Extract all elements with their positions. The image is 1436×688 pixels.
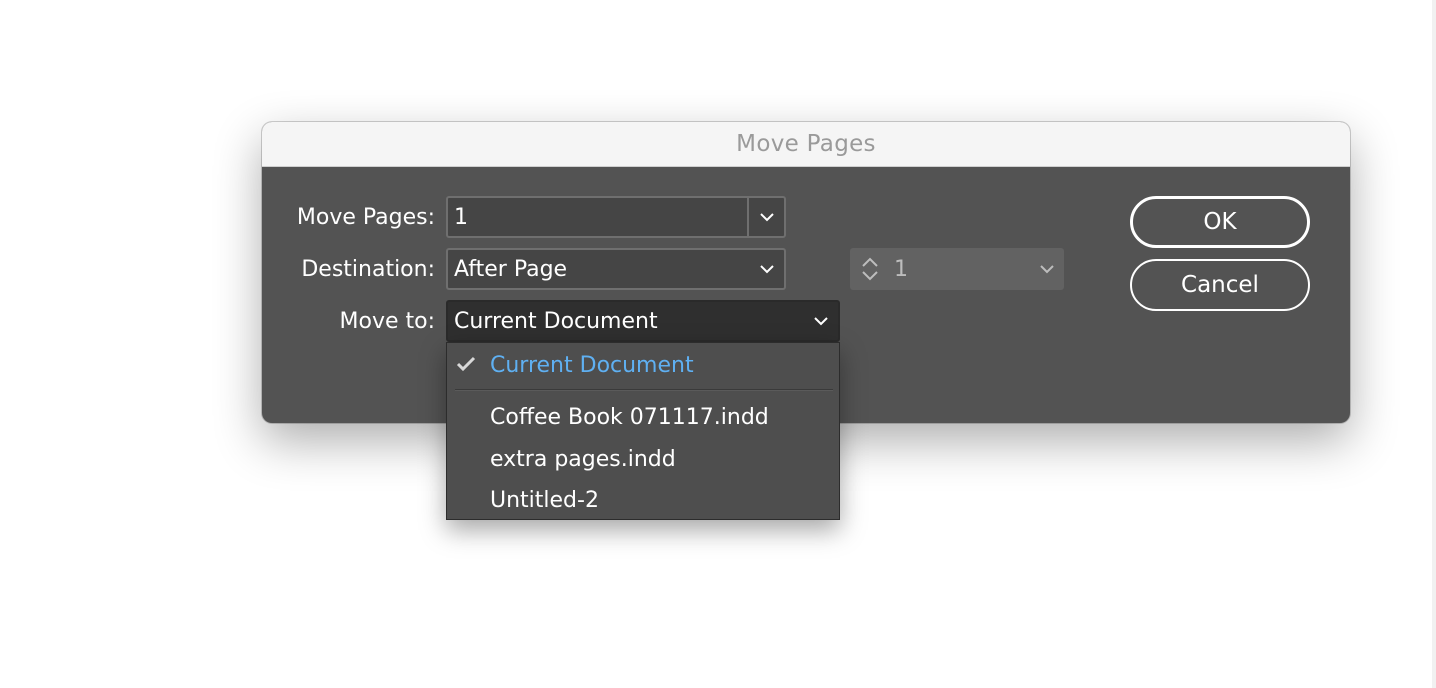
move-pages-input[interactable]: 1 <box>448 205 747 230</box>
destination-page-value[interactable]: 1 <box>890 257 1030 282</box>
ok-button[interactable]: OK <box>1130 196 1310 248</box>
move-pages-label: Move Pages: <box>296 205 435 230</box>
menu-item-current-document[interactable]: Current Document <box>447 345 839 385</box>
checkmark-icon <box>456 356 476 372</box>
chevron-down-icon[interactable] <box>1040 264 1054 274</box>
stepper-icon[interactable] <box>850 257 890 281</box>
chevron-down-icon <box>760 264 774 273</box>
background-window-edge <box>1432 0 1436 688</box>
move-pages-combobox[interactable]: 1 <box>446 196 786 238</box>
menu-item-extra-pages[interactable]: extra pages.indd <box>447 439 839 479</box>
move-pages-dropdown-button[interactable] <box>747 198 784 236</box>
destination-select[interactable]: After Page <box>446 248 786 290</box>
move-to-select[interactable]: Current Document <box>446 300 840 342</box>
destination-label: Destination: <box>301 257 435 282</box>
menu-item-label: extra pages.indd <box>490 446 676 472</box>
menu-item-label: Current Document <box>490 352 694 378</box>
menu-item-label: Untitled-2 <box>490 487 599 513</box>
menu-item-label: Coffee Book 071117.indd <box>490 404 769 430</box>
chevron-down-icon <box>759 212 774 221</box>
menu-separator <box>455 389 833 391</box>
menu-item-coffee-book[interactable]: Coffee Book 071117.indd <box>447 397 839 437</box>
menu-item-untitled-2[interactable]: Untitled-2 <box>447 480 839 520</box>
move-to-dropdown-menu: Current Document Coffee Book 071117.indd… <box>446 342 840 520</box>
chevron-down-icon <box>814 316 828 325</box>
destination-page-field[interactable]: 1 <box>850 248 1064 290</box>
move-to-label: Move to: <box>339 309 436 334</box>
move-to-value: Current Document <box>454 308 658 334</box>
dialog-title: Move Pages <box>262 122 1350 167</box>
destination-value: After Page <box>454 256 568 282</box>
cancel-button[interactable]: Cancel <box>1130 259 1310 311</box>
